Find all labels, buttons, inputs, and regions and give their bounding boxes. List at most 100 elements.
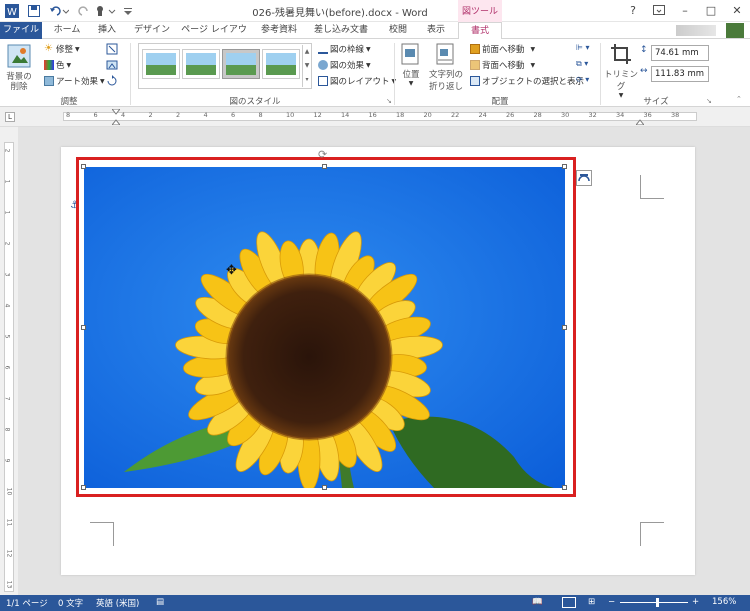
rotate-icon[interactable]: ⟳ ▾ — [576, 75, 589, 84]
bring-forward-button[interactable]: 前面へ移動 ▼ — [470, 43, 535, 55]
reset-picture-icon[interactable] — [106, 75, 120, 87]
document-title: 026-残暑見舞い(before).docx - Word — [252, 8, 428, 19]
size-dialog-launcher-icon[interactable]: ↘ — [706, 97, 712, 105]
read-mode-icon[interactable]: 📖 — [532, 597, 543, 607]
picture-layout-button[interactable]: 図のレイアウト▼ — [318, 75, 396, 87]
picture-border-button[interactable]: 図の枠線 ▼ — [318, 43, 371, 55]
account-name[interactable] — [676, 25, 716, 36]
picture-effects-button[interactable]: 図の効果 ▼ — [318, 59, 371, 71]
vruler-number: 3 — [3, 272, 11, 277]
help-button[interactable]: ? — [620, 0, 646, 20]
position-icon — [401, 43, 419, 65]
group-objects-icon[interactable]: ⧉ ▾ — [576, 59, 588, 69]
zoom-out-button[interactable]: − — [608, 597, 615, 607]
tab-insert[interactable]: 挿入 — [88, 22, 126, 39]
close-button[interactable]: ✕ — [724, 0, 750, 20]
web-layout-icon[interactable]: ⊞ — [588, 597, 595, 607]
tab-review[interactable]: 校閲 — [380, 22, 416, 39]
wrap-text-icon — [436, 43, 454, 65]
resize-handle[interactable] — [81, 485, 86, 490]
wrap-text-button[interactable]: 文字列の 折り返し — [428, 43, 464, 92]
tab-references[interactable]: 参考資料 — [254, 22, 304, 39]
crop-icon — [611, 44, 631, 64]
pen-icon — [318, 44, 328, 54]
page-count[interactable]: 1/1 ページ — [6, 597, 48, 609]
save-icon[interactable] — [26, 3, 42, 19]
ruler-number: 34 — [616, 111, 625, 119]
customize-qat-icon[interactable] — [120, 3, 136, 19]
tab-format[interactable]: 書式 — [458, 22, 502, 40]
touch-mode-icon[interactable] — [94, 3, 118, 19]
resize-handle[interactable] — [322, 485, 327, 490]
selection-pane-button[interactable]: オブジェクトの選択と表示 — [470, 75, 584, 87]
picture-style-1[interactable] — [142, 49, 180, 79]
word-count[interactable]: 0 文字 — [58, 597, 83, 609]
avatar[interactable] — [726, 23, 744, 38]
picture-style-3[interactable] — [222, 49, 260, 79]
tab-design[interactable]: デザイン — [128, 22, 176, 39]
macro-record-icon[interactable]: ▤ — [156, 597, 164, 607]
gallery-scroll[interactable]: ▲ ▼ ▾ — [302, 45, 311, 87]
ruler-number: 4 — [121, 111, 126, 119]
dialog-launcher-icon[interactable]: ↘ — [386, 97, 392, 105]
tab-page-layout[interactable]: ページ レイアウト — [178, 22, 250, 51]
picture-tools-label: 図ツール — [458, 0, 502, 22]
resize-handle[interactable] — [81, 325, 86, 330]
send-backward-button[interactable]: 背面へ移動 ▼ — [470, 59, 535, 71]
align-icon[interactable]: ⊫ ▾ — [576, 43, 590, 52]
zoom-in-button[interactable]: + — [692, 597, 699, 607]
color-palette-icon — [44, 60, 54, 70]
rotate-handle-icon[interactable]: ⟳ — [318, 148, 327, 161]
ribbon-display-icon[interactable] — [646, 0, 672, 20]
layout-options-icon[interactable] — [576, 170, 592, 186]
resize-handle[interactable] — [562, 164, 567, 169]
horizontal-ruler[interactable]: L 8 6 4 2 2 4 6 8 10 12 14 16 18 20 22 24 26 28 30 32 34 36 38 — [0, 107, 750, 127]
title-bar: W 026-残暑見舞い(before).docx - Word 図ツール ? –… — [0, 0, 750, 22]
compress-pictures-icon[interactable] — [106, 43, 120, 55]
restore-button[interactable]: □ — [698, 0, 724, 20]
crop-mark-bottom-left — [90, 522, 114, 546]
height-icon: ↕ — [640, 45, 648, 55]
indent-marker-icon[interactable] — [110, 108, 122, 126]
ribbon: 背景の削除 ☀ 修整 ▼ 色 ▼ アート効果 ▼ 調整 ▲ ▼ ▾ 図の枠線 ▼ 図の効果 ▼ … — [0, 39, 750, 107]
resize-handle[interactable] — [562, 485, 567, 490]
height-field[interactable]: 74.61 mm — [651, 45, 709, 61]
position-button[interactable]: 位置 ▼ — [398, 43, 424, 87]
effects-icon — [318, 60, 328, 70]
artistic-effects-button[interactable]: アート効果 ▼ — [44, 75, 105, 87]
crop-button[interactable]: トリミング ▼ — [604, 43, 638, 99]
vruler-number: 12 — [5, 549, 13, 558]
tab-selector-icon[interactable]: L — [5, 112, 15, 122]
corrections-button[interactable]: ☀ 修整 ▼ — [44, 43, 80, 56]
vruler-number: 6 — [3, 365, 11, 370]
print-layout-icon[interactable] — [562, 597, 576, 608]
collapse-ribbon-icon[interactable]: ⌃ — [736, 95, 742, 103]
resize-handle[interactable] — [322, 164, 327, 169]
tab-view[interactable]: 表示 — [418, 22, 454, 39]
zoom-slider[interactable] — [620, 602, 688, 603]
tab-mailings[interactable]: 差し込み文書 — [306, 22, 376, 39]
remove-background-button[interactable]: 背景の削除 — [4, 43, 34, 92]
ruler-number: 2 — [148, 111, 153, 119]
vertical-ruler[interactable]: 2 1 1 2 3 4 5 6 7 8 9 10 11 12 13 — [0, 127, 18, 595]
picture-style-2[interactable] — [182, 49, 220, 79]
zoom-level[interactable]: 156% — [712, 597, 736, 607]
language-indicator[interactable]: 英語 (米国) — [96, 597, 139, 609]
width-field[interactable]: 111.83 mm — [651, 66, 709, 82]
tab-file[interactable]: ファイル — [0, 22, 42, 39]
sunflower-picture[interactable] — [84, 167, 565, 488]
undo-icon[interactable] — [48, 3, 70, 19]
selection-pane-icon — [470, 76, 480, 86]
ruler-number: 12 — [313, 111, 322, 119]
right-indent-marker-icon[interactable] — [634, 109, 646, 126]
vruler-number: 10 — [5, 487, 13, 496]
minimize-button[interactable]: – — [672, 0, 698, 20]
tab-home[interactable]: ホーム — [46, 22, 88, 39]
resize-handle[interactable] — [81, 164, 86, 169]
color-button[interactable]: 色 ▼ — [44, 59, 71, 71]
picture-style-4[interactable] — [262, 49, 300, 79]
zoom-slider-thumb[interactable] — [656, 598, 659, 607]
resize-handle[interactable] — [562, 325, 567, 330]
redo-icon[interactable] — [76, 3, 92, 19]
change-picture-icon[interactable] — [106, 59, 120, 71]
